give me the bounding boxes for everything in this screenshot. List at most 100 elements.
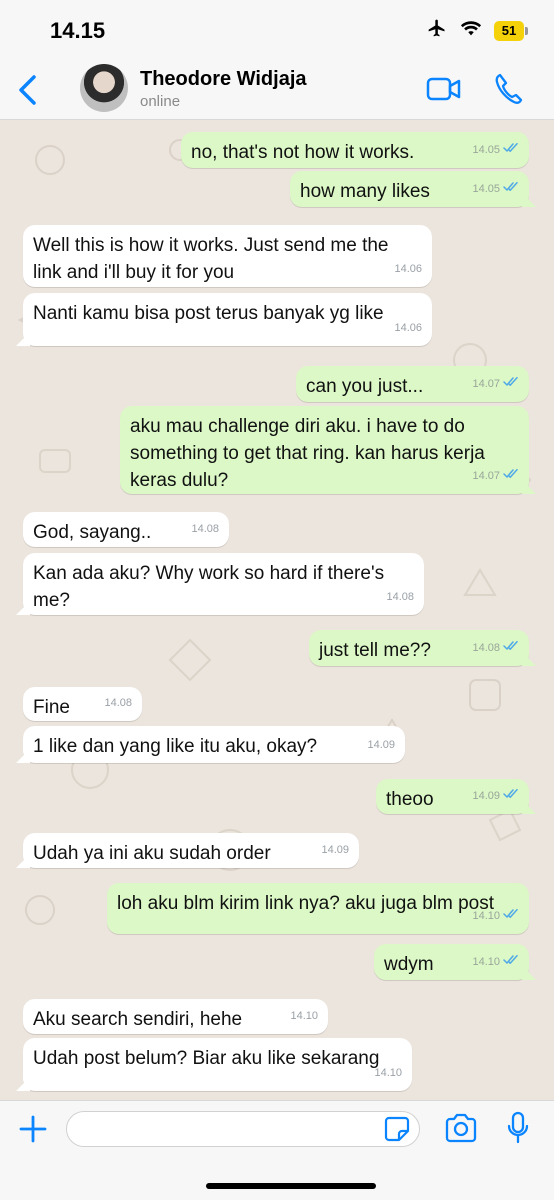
message-meta: 14.10	[472, 903, 519, 930]
message-meta: 14.08	[386, 584, 414, 611]
message-input[interactable]	[66, 1111, 420, 1147]
message-line: me?	[33, 590, 70, 611]
outgoing-message[interactable]: just tell me?? 14.08	[309, 630, 529, 666]
message-meta: 14.08	[104, 690, 132, 717]
message-text: Udah ya ini aku sudah order	[33, 840, 349, 867]
avatar[interactable]	[80, 64, 128, 112]
microphone-button[interactable]	[506, 1111, 530, 1145]
incoming-message[interactable]: God, sayang.. 14.08	[23, 512, 229, 547]
message-text: no, that's not how it works.	[191, 139, 519, 166]
incoming-message[interactable]: Kan ada aku? Why work so hard if there's…	[23, 553, 424, 615]
message-time: 14.08	[191, 523, 219, 535]
message-time: 14.10	[472, 910, 500, 922]
message-meta: 14.10	[290, 1003, 318, 1030]
message-time: 14.07	[472, 378, 500, 390]
camera-button[interactable]	[444, 1113, 478, 1143]
double-check-icon	[503, 788, 518, 798]
read-receipt-icon	[503, 903, 519, 930]
message-line: something to get that ring. kan harus ke…	[130, 443, 485, 464]
composer-bar	[0, 1100, 554, 1200]
message-text: Udah post belum? Biar aku like sekarang	[33, 1045, 402, 1072]
message-time: 14.09	[367, 739, 395, 751]
message-text: Kan ada aku? Why work so hard if there's…	[33, 560, 414, 614]
message-time: 14.06	[394, 263, 422, 275]
plus-icon	[19, 1115, 47, 1143]
message-meta: 14.05	[472, 137, 519, 164]
message-meta: 14.09	[472, 783, 519, 810]
message-time: 14.07	[472, 470, 500, 482]
attach-button[interactable]	[18, 1113, 48, 1145]
message-meta: 14.08	[191, 516, 219, 543]
message-time: 14.05	[472, 183, 500, 195]
outgoing-message[interactable]: theoo 14.09	[376, 779, 529, 814]
status-bar: 14.15 51	[0, 0, 554, 60]
message-meta: 14.05	[472, 176, 519, 203]
contact-status: online	[140, 93, 181, 110]
message-time: 14.08	[472, 642, 500, 654]
double-check-icon	[503, 954, 518, 964]
battery-icon: 51	[494, 20, 528, 41]
message-text: Nanti kamu bisa post terus banyak yg lik…	[33, 300, 422, 327]
incoming-message[interactable]: Fine 14.08	[23, 687, 142, 721]
message-line: Udah post belum? Biar aku like sekarang	[33, 1048, 380, 1069]
message-line: Nanti kamu bisa post terus banyak yg lik…	[33, 303, 384, 324]
message-line: aku mau challenge diri aku. i have to do	[130, 416, 465, 437]
sticker-button[interactable]	[384, 1116, 410, 1142]
contact-name[interactable]: Theodore Widjaja	[140, 68, 307, 91]
outgoing-message[interactable]: how many likes 14.05	[290, 171, 529, 207]
home-indicator	[206, 1183, 376, 1189]
message-text: loh aku blm kirim link nya? aku juga blm…	[117, 890, 519, 917]
double-check-icon	[503, 181, 518, 191]
read-receipt-icon	[503, 635, 519, 662]
video-call-button[interactable]	[426, 74, 462, 104]
message-time: 14.10	[374, 1067, 402, 1079]
double-check-icon	[503, 908, 518, 918]
read-receipt-icon	[503, 463, 519, 490]
incoming-message[interactable]: Udah post belum? Biar aku like sekarang 1…	[23, 1038, 412, 1091]
read-receipt-icon	[503, 137, 519, 164]
outgoing-message[interactable]: loh aku blm kirim link nya? aku juga blm…	[107, 883, 529, 934]
double-check-icon	[503, 640, 518, 650]
message-line: 1 like dan yang like itu aku, okay?	[33, 736, 318, 757]
battery-level: 51	[501, 23, 517, 38]
message-time: 14.05	[472, 144, 500, 156]
voice-call-button[interactable]	[494, 72, 524, 106]
double-check-icon	[503, 468, 518, 478]
message-time: 14.09	[321, 844, 349, 856]
message-line: Kan ada aku? Why work so hard if there's	[33, 563, 385, 584]
message-time: 14.10	[472, 956, 500, 968]
message-text: Aku search sendiri, hehe	[33, 1006, 318, 1033]
video-camera-icon	[426, 77, 461, 101]
incoming-message[interactable]: 1 like dan yang like itu aku, okay? 14.09	[23, 726, 405, 763]
message-time: 14.09	[472, 790, 500, 802]
sticker-icon	[384, 1116, 410, 1142]
incoming-message[interactable]: Udah ya ini aku sudah order 14.09	[23, 833, 359, 868]
message-meta: 14.09	[321, 837, 349, 864]
outgoing-message[interactable]: wdym 14.10	[374, 944, 529, 980]
phone-icon	[495, 73, 523, 104]
incoming-message[interactable]: Well this is how it works. Just send me …	[23, 225, 432, 287]
back-button[interactable]	[12, 72, 42, 108]
outgoing-message[interactable]: can you just... 14.07	[296, 366, 529, 402]
status-time: 14.15	[50, 18, 106, 43]
message-line: no, that's not how it works.	[191, 142, 415, 163]
message-line: Aku search sendiri, hehe	[33, 1009, 243, 1030]
incoming-message[interactable]: Aku search sendiri, hehe 14.10	[23, 999, 328, 1034]
outgoing-message[interactable]: no, that's not how it works. 14.05	[181, 132, 529, 168]
message-line: Well this is how it works. Just send me …	[33, 235, 389, 256]
double-check-icon	[503, 376, 518, 386]
airplane-icon	[426, 18, 448, 43]
double-check-icon	[503, 142, 518, 152]
read-receipt-icon	[503, 176, 519, 203]
message-text: 1 like dan yang like itu aku, okay?	[33, 733, 395, 760]
message-time: 14.08	[104, 697, 132, 709]
chevron-left-icon	[19, 75, 36, 105]
message-meta: 14.10	[472, 949, 519, 976]
message-list[interactable]: no, that's not how it works. 14.05 how man…	[0, 120, 554, 1100]
incoming-message[interactable]: Nanti kamu bisa post terus banyak yg lik…	[23, 293, 432, 346]
message-meta: 14.09	[367, 732, 395, 759]
outgoing-message[interactable]: aku mau challenge diri aku. i have to do…	[120, 406, 529, 494]
read-receipt-icon	[503, 783, 519, 810]
message-meta: 14.06	[394, 315, 422, 342]
message-line: Udah ya ini aku sudah order	[33, 843, 271, 864]
